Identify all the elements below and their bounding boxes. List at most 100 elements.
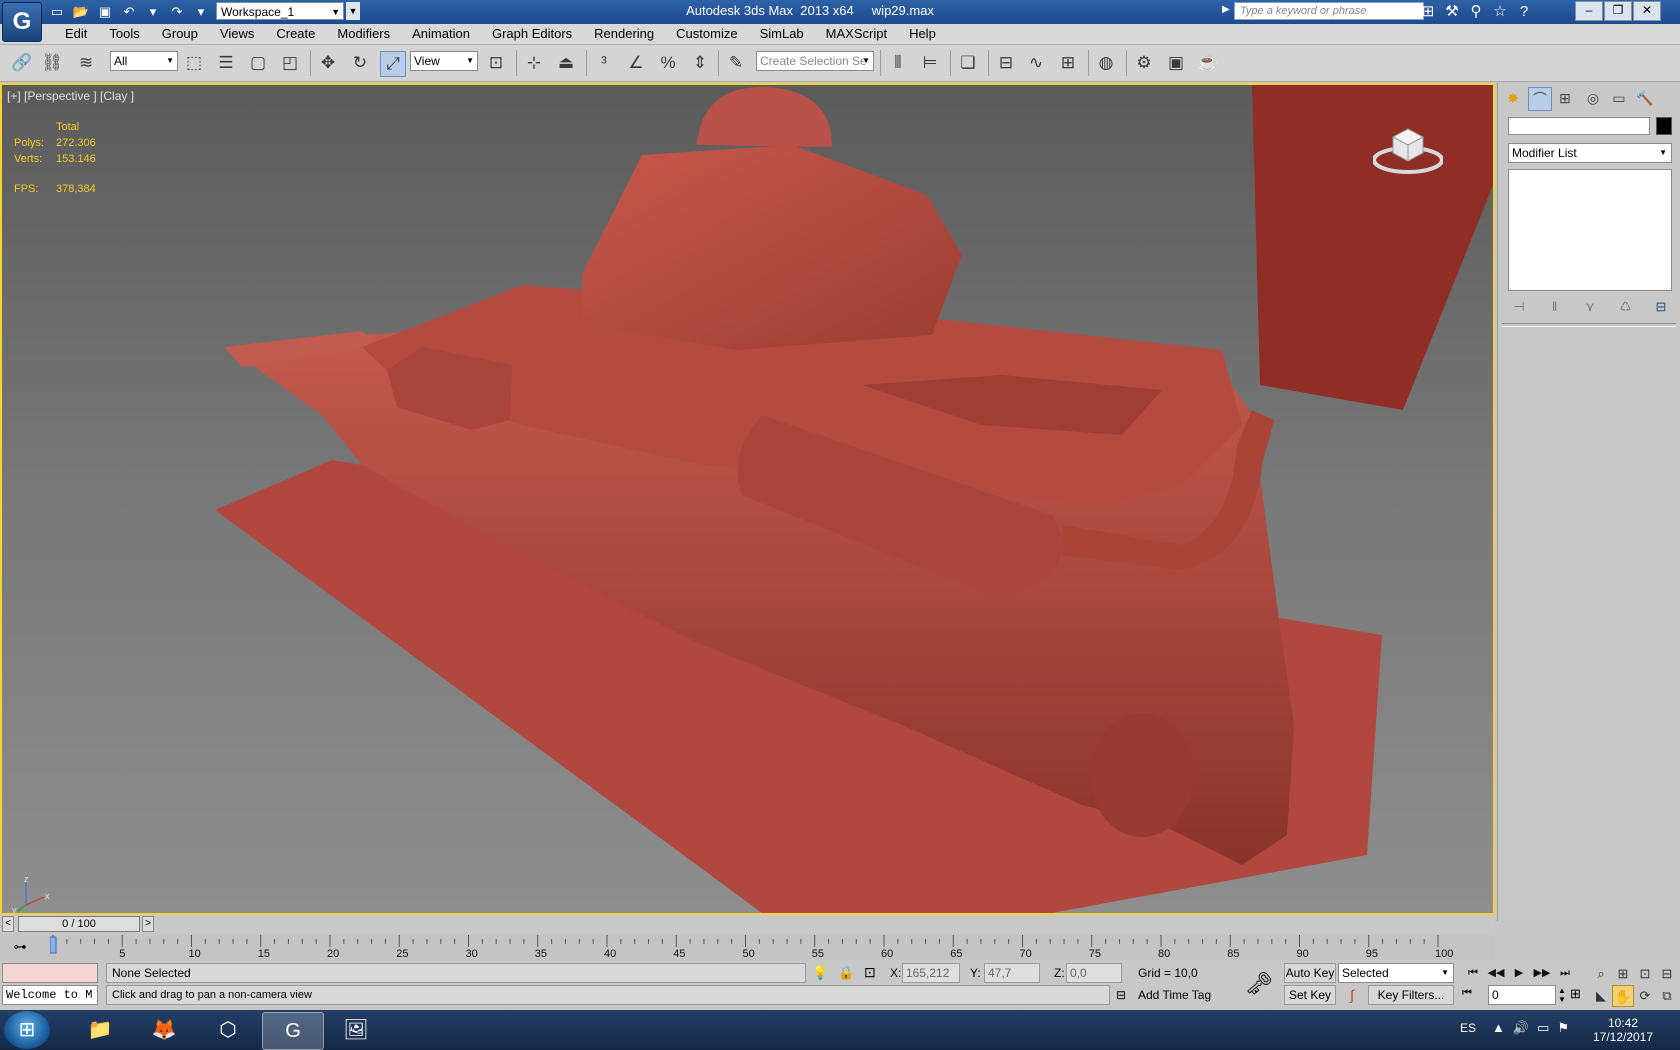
time-configuration-icon[interactable]: ⊞ [1570,986,1581,1002]
y-coord-field[interactable]: 47,7 [984,963,1040,983]
display-tab-icon[interactable]: ▭ [1608,87,1630,109]
modifier-list-select[interactable]: Modifier List ▼ [1508,143,1672,163]
frame-spinner-icon[interactable]: ▲ ▼ [1558,986,1566,1004]
select-and-move-icon[interactable]: ✥ [316,51,340,75]
zoom-extents-all-icon[interactable]: ⊟ [1656,963,1678,985]
pin-stack-icon[interactable]: ⊣ [1508,297,1530,317]
menu-help[interactable]: Help [898,24,947,44]
save-icon[interactable]: ▣ [94,2,116,22]
select-and-rotate-icon[interactable]: ↻ [348,51,372,75]
schematic-view-icon[interactable]: ⊞ [1056,51,1080,75]
rectangular-selection-icon[interactable]: ▢ [246,51,270,75]
curve-editor-icon[interactable]: ∿ [1024,51,1048,75]
perspective-viewport[interactable]: [+] [Perspective ] [Clay ] Total Polys: 2… [0,83,1495,915]
orbit-icon[interactable]: ⟳ [1634,985,1656,1007]
track-bar[interactable]: ⊶ 5 10 15 20 25 30 35 40 45 50 55 60 65 70 75 80 85 90 95 1… [0,935,1495,960]
absolute-mode-transform-icon[interactable]: ⊡ [864,964,876,981]
set-keys-key-icon[interactable]: 🗝 [1242,964,1276,1004]
menu-modifiers[interactable]: Modifiers [326,24,401,44]
toggle-scene-explorer-icon[interactable]: ⊟ [994,51,1018,75]
menu-simlab[interactable]: SimLab [749,24,815,44]
menu-group[interactable]: Group [151,24,209,44]
window-crossing-icon[interactable]: ◰ [278,51,302,75]
object-color-swatch[interactable] [1656,117,1672,135]
menu-animation[interactable]: Animation [401,24,481,44]
undo-icon[interactable]: ↶ [118,2,140,22]
zoom-all-icon[interactable]: ⊞ [1612,963,1634,985]
selection-filter-select[interactable]: All ▼ [110,51,178,71]
communication-center-icon[interactable]: ⚲ [1466,2,1486,22]
pan-view-icon[interactable]: ✋ [1612,985,1634,1007]
hierarchy-tab-icon[interactable]: ⊞ [1554,87,1576,109]
menu-rendering[interactable]: Rendering [583,24,665,44]
favorites-star-icon[interactable]: ☆ [1490,2,1510,22]
spinner-snap-icon[interactable]: ⇕ [688,51,712,75]
frame-ruler[interactable]: 5 10 15 20 25 30 35 40 45 50 55 60 65 70 75 80 85 90 95 100 [50,935,1460,960]
current-frame-marker[interactable] [50,936,57,954]
select-and-scale-icon[interactable]: ⤢ [380,51,406,77]
time-tag-icon[interactable]: ⊟ [1116,988,1126,1002]
maximize-viewport-icon[interactable]: ⧉ [1656,985,1678,1007]
firefox-icon[interactable]: 🦊 [134,1012,194,1048]
menu-edit[interactable]: Edit [54,24,98,44]
isolate-selection-icon[interactable]: 💡 [812,965,828,981]
3ds-max-taskbar-icon[interactable]: G [262,1012,324,1050]
mini-curve-editor-icon[interactable]: ⊶ [8,938,32,956]
language-indicator[interactable]: ES [1460,1021,1476,1035]
named-selection-select[interactable]: Create Selection Se ▼ [756,51,874,71]
align-icon[interactable]: ⊨ [918,51,942,75]
remove-modifier-icon[interactable]: ♺ [1615,297,1637,317]
select-and-link-icon[interactable]: 🔗 [10,51,34,75]
z-coord-field[interactable]: 0,0 [1066,963,1122,983]
menu-create[interactable]: Create [265,24,326,44]
workspace-menu-arrow-icon[interactable]: ▼ [346,2,360,20]
add-time-tag-button[interactable]: Add Time Tag [1138,985,1238,1005]
percent-snap-icon[interactable]: % [656,51,680,75]
zoom-icon[interactable]: ⌕ [1590,963,1612,985]
mirror-icon[interactable]: ⫴ [886,51,910,75]
redo-icon[interactable]: ↷ [166,2,188,22]
x-coord-field[interactable]: 165,212 [902,963,960,983]
auto-key-button[interactable]: Auto Key [1284,963,1336,983]
start-button[interactable]: ⊞ [4,1011,50,1049]
redo-dropdown-icon[interactable]: ▾ [190,2,212,22]
time-slider-thumb[interactable]: 0 / 100 [18,916,140,932]
previous-frame-arrow-icon[interactable]: < [2,916,14,932]
selection-lock-icon[interactable]: 🔒 [838,965,854,981]
bind-space-warp-icon[interactable]: ≋ [74,51,98,75]
edit-named-selection-icon[interactable]: ✎ [724,51,748,75]
unlink-icon[interactable]: ⛓ [40,51,64,75]
create-tab-icon[interactable]: ✸ [1502,87,1524,109]
select-object-icon[interactable]: ⬚ [182,51,206,75]
taskbar-clock[interactable]: 10:42 17/12/2017 [1578,1016,1668,1044]
select-manipulate-icon[interactable]: ⊹ [522,51,546,75]
maxscript-mini-listener[interactable]: Welcome to M [2,985,98,1005]
file-explorer-icon[interactable]: 📁 [70,1012,130,1048]
time-slider[interactable]: < 0 / 100 > [0,915,1495,933]
menu-tools[interactable]: Tools [98,24,150,44]
binoculars-icon[interactable]: ⊞ [1418,2,1438,22]
viewcube-icon[interactable] [1373,115,1443,175]
menu-customize[interactable]: Customize [665,24,748,44]
network-icon[interactable]: ▭ [1537,1020,1549,1036]
set-key-button[interactable]: Set Key [1284,985,1336,1005]
make-unique-icon[interactable]: ⋎ [1579,297,1601,317]
menu-graph-editors[interactable]: Graph Editors [481,24,583,44]
key-mode-toggle-icon[interactable]: ⏮ [1462,987,1472,1000]
app-logo-button[interactable]: G [2,2,42,42]
subscription-icon[interactable]: ⚒ [1442,2,1462,22]
clay-tank-model[interactable] [2,85,1493,913]
action-center-flag-icon[interactable]: ⚑ [1557,1020,1569,1036]
search-expand-icon[interactable]: ▶ [1222,4,1230,15]
new-file-icon[interactable]: ▭ [46,2,68,22]
minimize-button[interactable]: – [1575,1,1603,21]
snaps-toggle-icon[interactable]: ³ [592,51,616,75]
rendered-frame-window-icon[interactable]: ▣ [1164,51,1188,75]
layer-manager-icon[interactable]: ❏ [956,51,980,75]
help-icon[interactable]: ? [1514,2,1534,22]
previous-key-icon[interactable]: ◀◀ [1485,963,1507,983]
configure-modifier-sets-icon[interactable]: ⊟ [1650,297,1672,317]
play-icon[interactable]: ▶ [1508,963,1530,983]
open-file-icon[interactable]: 📂 [70,2,92,22]
maxscript-listener-input[interactable] [2,963,98,983]
